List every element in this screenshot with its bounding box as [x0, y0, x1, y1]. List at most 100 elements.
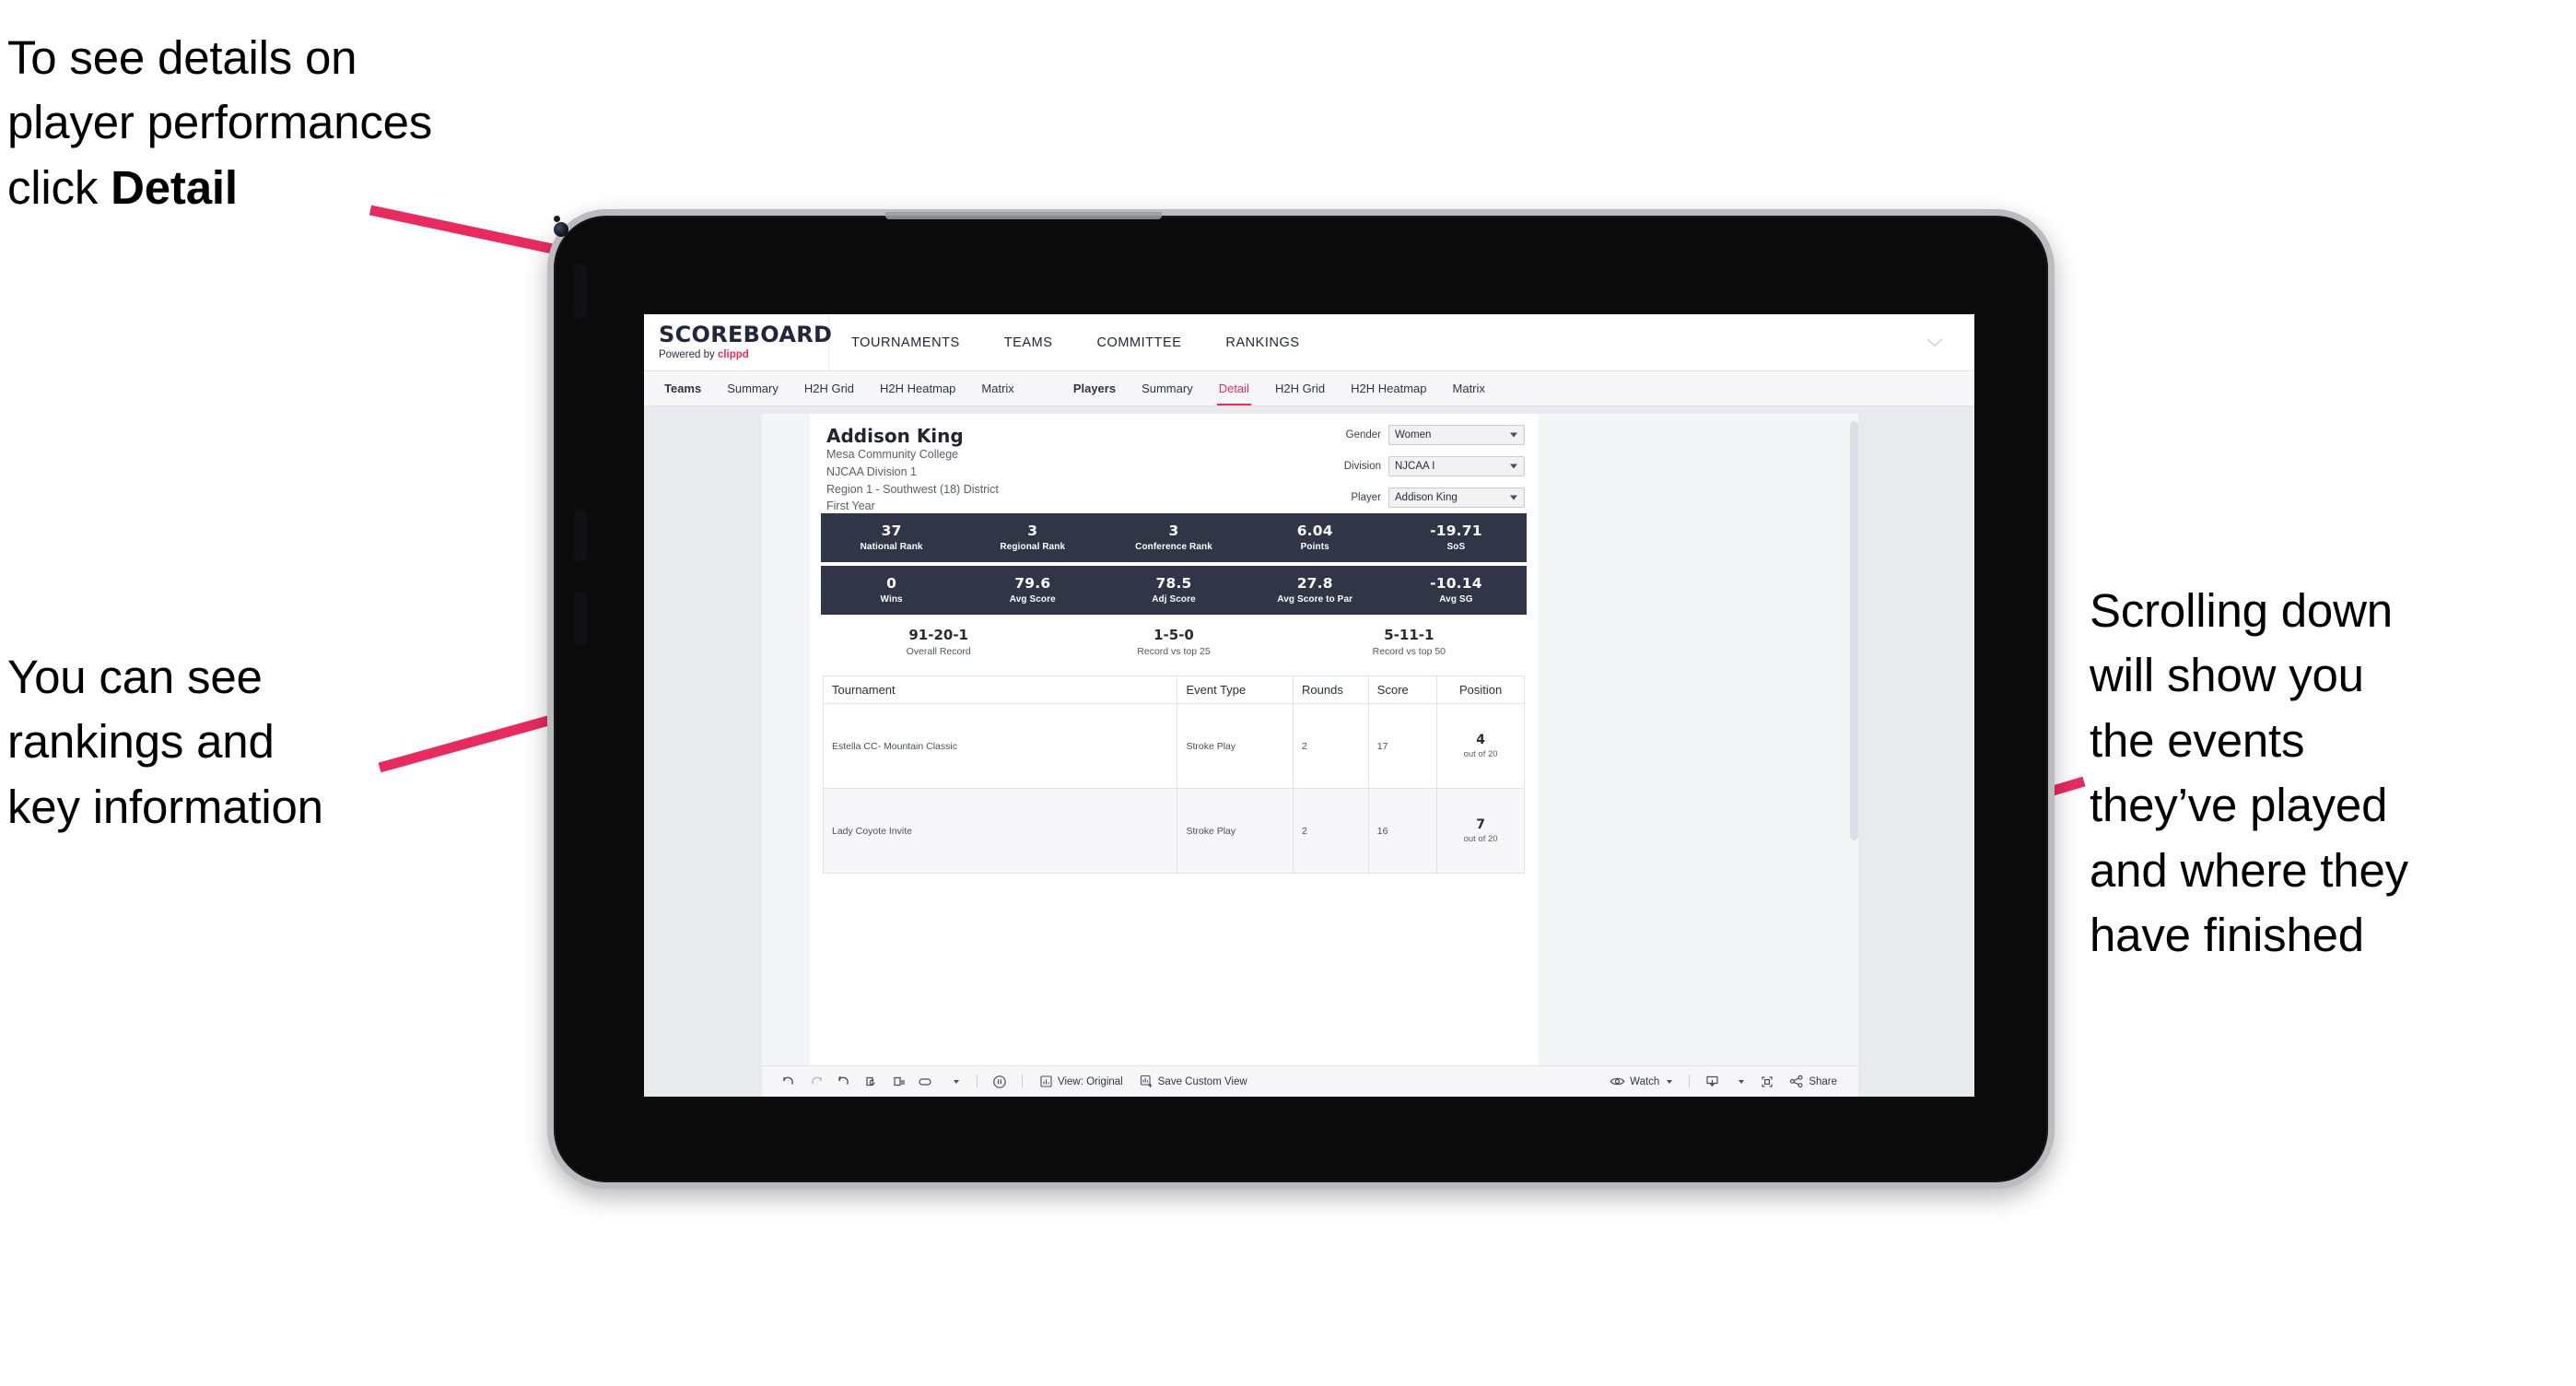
- events-table: Tournament Event Type Rounds Score Posit…: [822, 675, 1525, 875]
- chevron-down-icon[interactable]: [1926, 314, 1974, 370]
- subnav-players-matrix[interactable]: Matrix: [1440, 371, 1498, 405]
- fullscreen-icon[interactable]: [1753, 1075, 1781, 1089]
- col-tournament[interactable]: Tournament: [822, 675, 1178, 705]
- stat-points: 6.04 Points: [1245, 523, 1386, 552]
- subnav-players[interactable]: Players: [1060, 371, 1129, 405]
- col-position[interactable]: Position: [1436, 675, 1525, 705]
- subnav-players-h2h-heatmap[interactable]: H2H Heatmap: [1338, 371, 1439, 405]
- cell-event-type: Stroke Play: [1177, 788, 1294, 875]
- redo-icon[interactable]: [802, 1075, 830, 1089]
- share-button[interactable]: Share: [1781, 1075, 1845, 1088]
- stat-regional-rank: 3 Regional Rank: [962, 523, 1103, 552]
- filter-division-value: NJCAA I: [1395, 461, 1435, 472]
- position-number: 4: [1476, 732, 1485, 747]
- table-row[interactable]: Lady Coyote Invite Stroke Play 2 16 7 ou…: [822, 788, 1525, 875]
- subnav-teams-h2h-heatmap[interactable]: H2H Heatmap: [867, 371, 968, 405]
- cell-position: 4 out of 20: [1436, 703, 1525, 790]
- annotation-line-1: To see details on: [7, 31, 357, 84]
- subnav-group-teams: Teams Summary H2H Grid H2H Heatmap Matri…: [651, 371, 1027, 405]
- dashboard-sheet: Addison King Mesa Community College NJCA…: [762, 414, 1858, 1065]
- chevron-down-icon[interactable]: [1726, 1079, 1753, 1084]
- stat-value: 6.04: [1296, 522, 1333, 539]
- subnav-players-h2h-grid[interactable]: H2H Grid: [1262, 371, 1338, 405]
- stat-label: Conference Rank: [1135, 542, 1212, 553]
- chevron-down-icon[interactable]: [941, 1079, 968, 1084]
- record-value: 1-5-0: [1153, 627, 1194, 643]
- col-score[interactable]: Score: [1367, 675, 1438, 705]
- top-navigation: TOURNAMENTS TEAMS COMMITTEE RANKINGS: [829, 314, 1322, 370]
- chevron-down-icon: [1510, 432, 1517, 438]
- filter-division-select[interactable]: NJCAA I: [1388, 456, 1525, 476]
- position-number: 7: [1476, 816, 1485, 832]
- stat-wins: 0 Wins: [821, 574, 962, 605]
- filter-player-value: Addison King: [1395, 492, 1458, 503]
- save-custom-view-label: Save Custom View: [1157, 1075, 1247, 1087]
- undo-icon[interactable]: [775, 1075, 802, 1089]
- cell-tournament: Lady Coyote Invite: [822, 788, 1178, 875]
- subnav-teams-matrix[interactable]: Matrix: [968, 371, 1026, 405]
- record-overall: 91-20-1 Overall Record: [821, 627, 1056, 658]
- watch-button[interactable]: Watch: [1601, 1075, 1680, 1087]
- record-value: 5-11-1: [1384, 627, 1434, 643]
- cell-tournament: Estella CC- Mountain Classic: [822, 703, 1178, 790]
- cell-position: 7 out of 20: [1436, 788, 1525, 875]
- record-label: Overall Record: [906, 646, 971, 658]
- stat-label: Adj Score: [1152, 594, 1196, 605]
- subnav-teams[interactable]: Teams: [651, 371, 714, 405]
- stat-label: National Rank: [860, 542, 923, 553]
- nav-item-committee[interactable]: COMMITTEE: [1074, 314, 1203, 370]
- record-value: 91-20-1: [908, 627, 968, 643]
- tablet-volume-down-button: [574, 592, 587, 645]
- subnav-players-summary[interactable]: Summary: [1129, 371, 1206, 405]
- vertical-scrollbar[interactable]: [1850, 421, 1858, 840]
- cell-rounds: 2: [1293, 703, 1369, 790]
- events-table-body: Estella CC- Mountain Classic Stroke Play…: [822, 703, 1525, 875]
- chevron-down-icon: [1667, 1079, 1673, 1084]
- cell-rounds: 2: [1293, 788, 1369, 875]
- filter-player-select[interactable]: Addison King: [1388, 487, 1525, 508]
- toolbar-divider: [1689, 1075, 1691, 1088]
- table-row[interactable]: Estella CC- Mountain Classic Stroke Play…: [822, 703, 1525, 790]
- stat-national-rank: 37 National Rank: [821, 523, 962, 552]
- col-rounds[interactable]: Rounds: [1293, 675, 1369, 705]
- nav-item-rankings[interactable]: RANKINGS: [1203, 314, 1321, 370]
- stat-value: 0: [886, 574, 897, 592]
- record-vs-top-50: 5-11-1 Record vs top 50: [1292, 627, 1527, 657]
- brand-logo[interactable]: SCOREBOARD Powered by clippd: [644, 314, 833, 370]
- download-icon[interactable]: [1698, 1075, 1726, 1089]
- filter-division-label: Division: [1343, 461, 1381, 472]
- site-header: SCOREBOARD Powered by clippd TOURNAMENTS…: [644, 314, 1974, 371]
- revert-icon[interactable]: [830, 1075, 858, 1089]
- tablet-screen: SCOREBOARD Powered by clippd TOURNAMENTS…: [644, 314, 1974, 1097]
- subnav-divider: [1027, 371, 1060, 405]
- stat-value: 37: [881, 522, 902, 539]
- chevron-down-icon: [1510, 464, 1517, 469]
- subnav-teams-h2h-grid[interactable]: H2H Grid: [791, 371, 867, 405]
- slide-canvas: To see details on player performances clic…: [0, 0, 2576, 1386]
- refresh-data-icon[interactable]: [858, 1075, 885, 1089]
- nav-item-teams[interactable]: TEAMS: [982, 314, 1075, 370]
- annotation-right: Scrolling down will show you the events …: [2090, 584, 2408, 961]
- events-table-header: Tournament Event Type Rounds Score Posit…: [822, 675, 1525, 705]
- record-label: Record vs top 25: [1137, 646, 1211, 658]
- stat-conference-rank: 3 Conference Rank: [1103, 523, 1244, 552]
- subnav-teams-summary[interactable]: Summary: [714, 371, 791, 405]
- pill-icon[interactable]: [913, 1075, 941, 1088]
- pause-clock-icon[interactable]: [986, 1074, 1013, 1090]
- filter-player-label: Player: [1351, 492, 1381, 503]
- stat-value: 78.5: [1155, 574, 1192, 592]
- filter-gender-select[interactable]: Women: [1388, 425, 1525, 445]
- tablet-volume-up-button: [574, 509, 587, 562]
- nav-item-tournaments[interactable]: TOURNAMENTS: [829, 314, 982, 370]
- tablet-camera-icon: [554, 222, 568, 237]
- annotation-line-3-prefix: click: [7, 160, 111, 214]
- stat-label: SoS: [1446, 542, 1466, 553]
- save-custom-view-button[interactable]: Save Custom View: [1131, 1075, 1256, 1088]
- subnav-players-detail[interactable]: Detail: [1206, 371, 1262, 405]
- toolbar-divider: [977, 1075, 978, 1088]
- brand-title: SCOREBOARD: [659, 322, 833, 348]
- pause-data-icon[interactable]: [885, 1075, 913, 1089]
- position-outof: out of 20: [1463, 833, 1498, 844]
- col-event-type[interactable]: Event Type: [1177, 675, 1294, 705]
- view-original-button[interactable]: View: Original: [1031, 1075, 1131, 1088]
